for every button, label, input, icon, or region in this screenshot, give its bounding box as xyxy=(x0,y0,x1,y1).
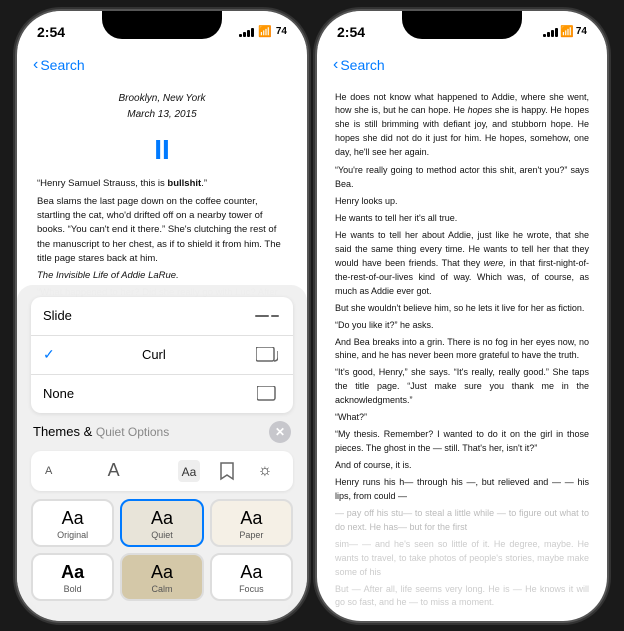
slide-menu-item-curl[interactable]: ✓ Curl xyxy=(31,336,293,375)
right-para-2: “You're really going to method actor thi… xyxy=(335,164,589,192)
theme-quiet-label: Quiet xyxy=(151,530,173,540)
theme-calm-aa: Aa xyxy=(151,563,173,581)
theme-bold-aa: Aa xyxy=(61,563,84,581)
theme-quiet-aa: Aa xyxy=(151,509,173,527)
book-content-right: He does not know what happened to Addie,… xyxy=(317,83,607,621)
right-para-12: And of course, it is. xyxy=(335,459,589,473)
back-label-left: Search xyxy=(40,57,84,73)
chevron-left-icon: ‹ xyxy=(33,56,38,74)
curl-label: Curl xyxy=(142,347,166,362)
chapter-number: II xyxy=(37,129,287,171)
nav-bar-left: ‹ Search xyxy=(17,47,307,83)
close-button[interactable]: ✕ xyxy=(269,421,291,443)
battery-right: 74 xyxy=(576,26,587,37)
slide-menu-item-none[interactable]: None xyxy=(31,375,293,413)
font-style-button[interactable]: Aa xyxy=(175,457,203,485)
theme-bold[interactable]: Aa Bold xyxy=(31,553,114,601)
theme-grid: Aa Original Aa Quiet Aa Paper Aa Bold Aa xyxy=(31,499,293,601)
battery-left: 74 xyxy=(276,26,287,37)
right-para-3: Henry looks up. xyxy=(335,195,589,209)
theme-original-aa: Aa xyxy=(62,509,84,527)
theme-original-label: Original xyxy=(57,530,88,540)
signal-icon-right xyxy=(543,27,558,37)
signal-icon xyxy=(239,27,254,37)
theme-focus-label: Focus xyxy=(239,584,264,594)
font-small-label: A xyxy=(45,465,52,477)
font-size-bar: A A Aa ☼ xyxy=(31,451,293,491)
curl-icon xyxy=(253,345,281,365)
theme-calm[interactable]: Aa Calm xyxy=(120,553,203,601)
none-icon xyxy=(253,384,281,404)
right-para-15: sim— — and he's seen so little of it. He… xyxy=(335,538,589,580)
notch xyxy=(102,11,222,39)
slide-menu: Slide ✓ Curl xyxy=(31,297,293,413)
right-para-7: “Do you like it?” he asks. xyxy=(335,319,589,333)
book-para-3: The Invisible Life of Addie LaRue. xyxy=(37,269,287,283)
right-para-6: But she wouldn't believe him, so he lets… xyxy=(335,302,589,316)
font-bookmark-button[interactable] xyxy=(213,457,241,485)
status-icons-right: 📶 74 xyxy=(543,25,587,38)
theme-paper[interactable]: Aa Paper xyxy=(210,499,293,547)
chevron-left-icon-right: ‹ xyxy=(333,56,338,74)
slide-label: Slide xyxy=(43,308,72,323)
checkmark-icon: ✓ xyxy=(43,346,55,363)
right-para-13: Henry runs his h— through his —, but rel… xyxy=(335,476,589,504)
book-para-2: Bea slams the last page down on the coff… xyxy=(37,195,287,266)
slide-icon xyxy=(253,306,281,326)
right-para-14: — pay off his stu— to steal a little whi… xyxy=(335,507,589,535)
themes-title: Themes & Quiet Options xyxy=(33,424,169,439)
right-para-11: “My thesis. Remember? I wanted to do it … xyxy=(335,428,589,456)
right-para-5: He wants to tell her about Addie, just l… xyxy=(335,229,589,299)
notch-right xyxy=(402,11,522,39)
wifi-icon: 📶 xyxy=(258,25,272,38)
font-large-label: A xyxy=(108,460,120,481)
theme-paper-aa: Aa xyxy=(240,509,262,527)
right-phone: 2:54 📶 74 ‹ Search He does not know wha xyxy=(317,11,607,621)
time-right: 2:54 xyxy=(337,24,365,40)
theme-original[interactable]: Aa Original xyxy=(31,499,114,547)
right-para-16: But — After all, life seems very long. H… xyxy=(335,583,589,611)
back-button-left[interactable]: ‹ Search xyxy=(33,56,85,74)
theme-quiet[interactable]: Aa Quiet xyxy=(120,499,203,547)
themes-header: Themes & Quiet Options ✕ xyxy=(31,421,293,443)
right-para-9: “It's good, Henry,” she says. “It's real… xyxy=(335,366,589,408)
theme-focus[interactable]: Aa Focus xyxy=(210,553,293,601)
left-phone: 2:54 📶 74 ‹ Search Brooklyn, N xyxy=(17,11,307,621)
overlay-panel: Slide ✓ Curl xyxy=(17,285,307,621)
none-label: None xyxy=(43,386,74,401)
time-left: 2:54 xyxy=(37,24,65,40)
theme-paper-label: Paper xyxy=(239,530,263,540)
theme-calm-label: Calm xyxy=(151,584,172,594)
svg-text:Aa: Aa xyxy=(182,465,197,479)
theme-bold-label: Bold xyxy=(64,584,82,594)
brightness-button[interactable]: ☼ xyxy=(251,457,279,485)
right-para-10: “What?” xyxy=(335,411,589,425)
right-para-4: He wants to tell her it's all true. xyxy=(335,212,589,226)
back-button-right[interactable]: ‹ Search xyxy=(333,56,385,74)
font-controls: Aa ☼ xyxy=(175,457,279,485)
theme-focus-aa: Aa xyxy=(240,563,262,581)
right-para-8: And Bea breaks into a grin. There is no … xyxy=(335,336,589,364)
book-para-1: “Henry Samuel Strauss, this is bullshit.… xyxy=(37,177,287,191)
back-label-right: Search xyxy=(340,57,384,73)
sun-icon: ☼ xyxy=(258,462,273,480)
nav-bar-right: ‹ Search xyxy=(317,47,607,83)
book-title: Brooklyn, New York March 13, 2015 xyxy=(37,91,287,123)
slide-menu-item-slide[interactable]: Slide xyxy=(31,297,293,336)
status-icons-left: 📶 74 xyxy=(239,25,287,38)
wifi-icon-right: 📶 xyxy=(560,25,574,38)
right-para-1: He does not know what happened to Addie,… xyxy=(335,91,589,161)
